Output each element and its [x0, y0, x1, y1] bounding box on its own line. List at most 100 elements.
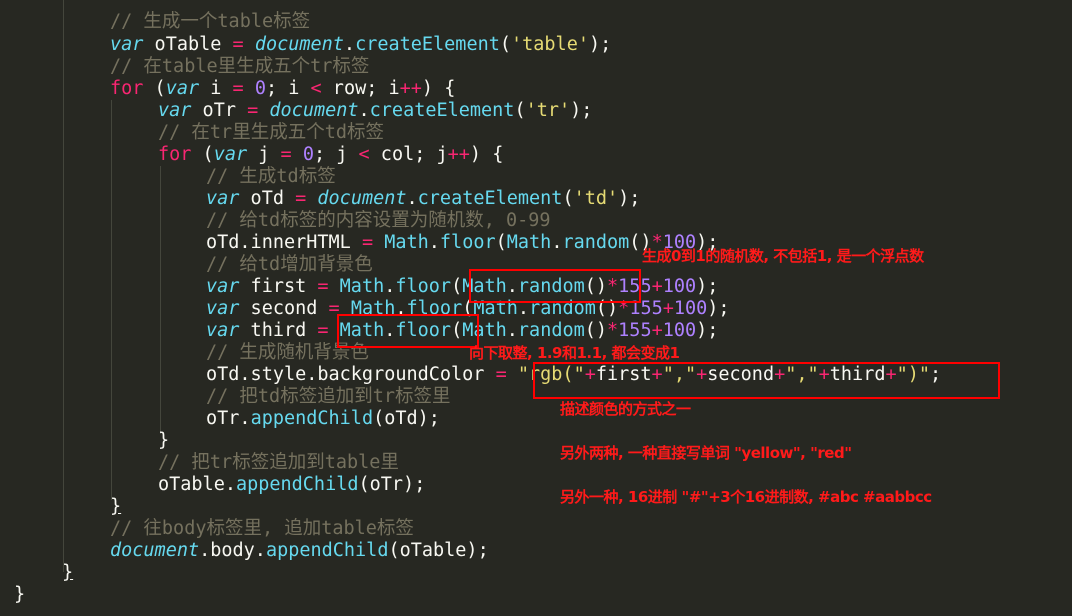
- code-token: }: [14, 584, 26, 605]
- code-token: =: [317, 276, 329, 297]
- code-token: col; j: [369, 144, 448, 165]
- code-token: 100: [662, 320, 697, 341]
- code-line[interactable]: oTable.appendChild(oTr);: [158, 474, 425, 496]
- code-token: 'tr': [525, 100, 571, 121]
- code-token: createElement: [417, 188, 563, 209]
- code-token: (: [451, 276, 463, 297]
- code-token: random: [517, 320, 585, 341]
- code-token: );: [570, 100, 593, 121]
- code-token: 100: [673, 298, 708, 319]
- highlight-floor-box: [337, 314, 479, 348]
- code-token: +: [662, 298, 674, 319]
- code-token: (oTable);: [388, 540, 489, 561]
- indent-guide: [111, 100, 112, 500]
- code-line[interactable]: var oTr = document.createElement('tr');: [158, 100, 592, 122]
- code-token: i: [199, 78, 233, 99]
- code-token: oTr: [191, 100, 248, 121]
- highlight-rgb-box: [533, 362, 1000, 399]
- code-line[interactable]: // 给td增加背景色: [206, 254, 373, 276]
- code-token: var: [206, 320, 240, 341]
- code-token: =: [361, 232, 374, 253]
- code-token: // 把td标签追加到tr标签里: [206, 386, 451, 407]
- code-token: var: [110, 34, 144, 55]
- code-token: );: [588, 34, 612, 55]
- code-line[interactable]: oTr.appendChild(oTd);: [206, 408, 440, 430]
- code-token: // 把tr标签追加到table里: [158, 452, 399, 473]
- code-line[interactable]: // 生成一个table标签: [110, 11, 310, 33]
- code-token: oTable: [143, 34, 233, 55]
- code-line[interactable]: var oTd = document.createElement('td');: [206, 188, 640, 210]
- code-token: .: [551, 232, 563, 253]
- code-line[interactable]: }: [14, 584, 25, 606]
- code-token: appendChild: [235, 474, 359, 495]
- code-line[interactable]: }: [110, 496, 121, 518]
- code-token: var: [206, 188, 240, 209]
- code-line[interactable]: // 把tr标签追加到table里: [158, 452, 399, 474]
- code-token: oTd.innerHTML: [206, 232, 362, 253]
- annotation-floor-note: 向下取整, 1.9和1.1, 都会变成1: [469, 344, 680, 362]
- code-token: *: [607, 320, 619, 341]
- code-line[interactable]: for (var j = 0; j < col; j++) {: [158, 144, 503, 166]
- code-token: .: [428, 232, 440, 253]
- annotation-hex-note: 另外一种, 16进制 "#"+3个16进制数, #abc #aabbcc: [560, 488, 932, 506]
- code-token: oTr.: [206, 408, 251, 429]
- code-token: ; i: [265, 78, 311, 99]
- code-token: // 给td增加背景色: [206, 254, 373, 275]
- code-token: document: [110, 540, 200, 561]
- code-token: =: [247, 100, 259, 121]
- code-token: <: [358, 144, 370, 165]
- code-token: j: [247, 144, 281, 165]
- code-token: (: [143, 78, 166, 99]
- code-token: // 在table里生成五个tr标签: [110, 56, 370, 77]
- code-token: document: [269, 100, 359, 121]
- code-token: (oTr);: [358, 474, 426, 495]
- code-token: =: [232, 78, 244, 99]
- code-token: row; i: [321, 78, 400, 99]
- code-token: 0: [302, 144, 314, 165]
- code-token: second: [239, 298, 329, 319]
- code-token: ) {: [421, 78, 456, 99]
- code-token: ++: [399, 78, 422, 99]
- highlight-random-box: [469, 269, 641, 303]
- code-token: 155: [618, 320, 652, 341]
- code-editor[interactable]: // 生成一个table标签 var oTable = document.cre…: [0, 0, 1072, 616]
- code-line[interactable]: // 在table里生成五个tr标签: [110, 56, 369, 78]
- code-token: .: [406, 188, 418, 209]
- code-token: appendChild: [250, 408, 374, 429]
- code-token: (: [499, 34, 511, 55]
- code-line[interactable]: // 生成td标签: [206, 166, 336, 188]
- code-token: );: [696, 276, 719, 297]
- code-token: Math: [506, 232, 552, 253]
- code-line[interactable]: }: [62, 562, 73, 584]
- indent-guide: [63, 0, 64, 572]
- code-line[interactable]: for (var i = 0; i < row; i++) {: [110, 78, 455, 100]
- code-token: createElement: [355, 34, 500, 55]
- code-token: +: [651, 320, 663, 341]
- code-line[interactable]: // 在tr里生成五个td标签: [158, 122, 384, 144]
- code-line[interactable]: document.body.appendChild(oTable);: [110, 540, 489, 562]
- code-token: first: [239, 276, 318, 297]
- code-token: .: [358, 100, 370, 121]
- code-line[interactable]: // 往body标签里, 追加table标签: [110, 518, 414, 540]
- code-token: 100: [662, 276, 697, 297]
- code-line[interactable]: var oTable = document.createElement('tab…: [110, 34, 611, 56]
- code-line[interactable]: }: [158, 430, 169, 452]
- code-token: +: [651, 276, 663, 297]
- code-token: 'table': [511, 34, 589, 55]
- code-token: document: [254, 34, 344, 55]
- code-line[interactable]: var first = Math.floor(Math.random()*155…: [206, 276, 718, 298]
- code-token: =: [317, 320, 329, 341]
- code-token: .: [506, 320, 518, 341]
- code-line[interactable]: // 给td标签的内容设置为随机数, 0-99: [206, 210, 551, 232]
- code-line[interactable]: // 把td标签追加到tr标签里: [206, 386, 450, 408]
- code-token: createElement: [369, 100, 515, 121]
- code-token: }: [158, 430, 170, 451]
- code-token: }: [110, 496, 122, 517]
- code-token: floor: [395, 276, 452, 297]
- code-token: var: [213, 144, 248, 165]
- code-token: <: [310, 78, 322, 99]
